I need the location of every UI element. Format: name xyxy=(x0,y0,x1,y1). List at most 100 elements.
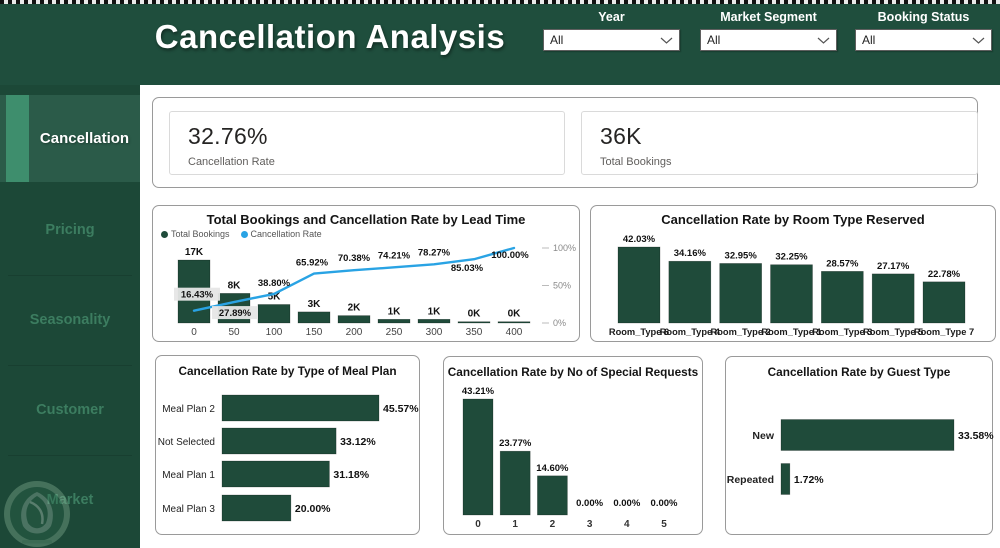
line-value-label: 100.00% xyxy=(491,250,529,261)
bar-value-label: 22.78% xyxy=(928,269,961,280)
bar[interactable] xyxy=(221,494,292,522)
bar-total-bookings[interactable] xyxy=(297,311,331,324)
filter-year-value: All xyxy=(550,33,564,47)
bar-value-label: 0K xyxy=(508,309,522,320)
filter-booking-status-label: Booking Status xyxy=(877,10,970,24)
bar-value-label: 45.57% xyxy=(383,403,419,415)
bar-value-label: 1.72% xyxy=(794,474,824,486)
top-dotted-border xyxy=(0,0,1000,4)
filter-booking-status-dropdown[interactable]: All xyxy=(855,29,992,51)
filter-market-segment-label: Market Segment xyxy=(720,10,817,24)
bar-total-bookings[interactable] xyxy=(417,318,451,324)
y-axis-label: New xyxy=(752,430,774,442)
filter-year: Year All xyxy=(543,10,680,51)
x-axis-label: 200 xyxy=(346,327,363,338)
kpi-container-card: 32.76% Cancellation Rate 36K Total Booki… xyxy=(152,97,978,188)
bar-value-label: 1K xyxy=(388,306,402,317)
bar-value-label: 33.58% xyxy=(958,430,994,442)
filter-market-segment: Market Segment All xyxy=(700,10,837,51)
divider xyxy=(8,365,132,366)
bar[interactable] xyxy=(537,475,568,516)
bar[interactable] xyxy=(922,281,966,324)
bar[interactable] xyxy=(668,260,712,324)
line-value-label: 27.89% xyxy=(219,308,252,319)
y2-axis-label: 50% xyxy=(553,281,571,291)
special-requests-bar-chart: 43.21% 0 23.77% 1 14.60% 2 0.00% 3 0.00% 4 0.00% 5 xyxy=(462,386,678,530)
bar-value-label: 23.77% xyxy=(499,438,532,449)
kpi-value: 32.76% xyxy=(188,123,268,149)
page-title: Cancellation Analysis xyxy=(154,18,506,55)
line-value-label: 16.43% xyxy=(181,290,214,301)
kpi-cancellation-rate: 32.76% Cancellation Rate xyxy=(169,111,565,175)
x-axis-label: 300 xyxy=(426,327,443,338)
bar-value-label: 32.95% xyxy=(725,250,758,261)
kpi-total-bookings: 36K Total Bookings xyxy=(581,111,978,175)
bar-total-bookings[interactable] xyxy=(337,315,371,324)
bar-value-label: 43.21% xyxy=(462,386,495,397)
chart-card-special-requests: Cancellation Rate by No of Special Reque… xyxy=(443,356,703,535)
bar-value-label: 32.25% xyxy=(775,252,808,263)
y-axis-label: Not Selected xyxy=(158,437,215,448)
bar[interactable] xyxy=(462,398,494,516)
line-value-label: 65.92% xyxy=(296,258,329,269)
guest-type-bar-chart: New 33.58% Repeated 1.72% xyxy=(727,419,994,495)
filter-year-dropdown[interactable]: All xyxy=(543,29,680,51)
x-axis-label: 1 xyxy=(512,519,518,530)
divider xyxy=(8,275,132,276)
filter-booking-status: Booking Status All xyxy=(855,10,992,51)
bar-value-label: 1K xyxy=(428,306,442,317)
bar-value-label: 27.17% xyxy=(877,261,910,272)
divider xyxy=(8,455,132,456)
bar-value-label: 0K xyxy=(468,309,482,320)
bar[interactable] xyxy=(770,264,813,324)
filter-booking-status-value: All xyxy=(862,33,876,47)
bar-total-bookings[interactable] xyxy=(377,318,411,324)
kpi-value: 36K xyxy=(600,123,642,149)
chart-card-guest-type: Cancellation Rate by Guest Type New 33.58… xyxy=(725,356,994,535)
bar[interactable] xyxy=(221,460,330,488)
bar-value-label: 34.16% xyxy=(674,248,707,259)
bar-value-label: 20.00% xyxy=(295,503,331,515)
sidebar-item-seasonality[interactable]: Seasonality xyxy=(0,275,140,365)
x-axis-label: 150 xyxy=(306,327,323,338)
x-axis-label: 3 xyxy=(587,519,593,530)
sidebar-item-label: Cancellation xyxy=(39,130,130,147)
bar-total-bookings[interactable] xyxy=(497,321,531,324)
filter-market-segment-dropdown[interactable]: All xyxy=(700,29,837,51)
kpi-label: Total Bookings xyxy=(600,156,672,168)
bar[interactable] xyxy=(499,450,531,516)
line-value-label: 38.80% xyxy=(258,278,291,289)
bar-value-label: 28.57% xyxy=(826,258,859,269)
bar[interactable] xyxy=(221,394,380,422)
line-value-label: 70.38% xyxy=(338,253,371,264)
room-type-bar-chart: 42.03%Room_Type 634.16%Room_Type 432.95%… xyxy=(609,234,974,337)
sidebar-item-pricing[interactable]: Pricing xyxy=(0,185,140,275)
chart-card-meal-plan: Cancellation Rate by Type of Meal Plan M… xyxy=(155,355,420,535)
filter-year-label: Year xyxy=(598,10,625,24)
bar[interactable] xyxy=(221,427,337,455)
bar[interactable] xyxy=(821,271,864,324)
x-axis-label: Room_Type 7 xyxy=(914,327,974,337)
y-axis-label: Meal Plan 1 xyxy=(162,470,215,481)
bar-total-bookings[interactable] xyxy=(257,304,291,324)
bar-value-label: 0.00% xyxy=(613,498,640,509)
bar-value-label: 0.00% xyxy=(576,498,603,509)
chevron-down-icon xyxy=(660,37,673,44)
sidebar-item-cancellation[interactable]: Cancellation xyxy=(0,95,140,182)
bar[interactable] xyxy=(719,263,762,324)
bar-total-bookings[interactable] xyxy=(457,321,491,324)
line-value-label: 85.03% xyxy=(451,263,484,274)
x-axis-label: 4 xyxy=(624,519,630,530)
x-axis-label: 2 xyxy=(550,519,556,530)
x-axis-label: 0 xyxy=(191,327,197,338)
sidebar-item-customer[interactable]: Customer xyxy=(0,365,140,455)
bar[interactable] xyxy=(871,273,915,324)
y-axis-label: Meal Plan 3 xyxy=(162,504,215,515)
x-axis-label: 5 xyxy=(661,519,667,530)
bar[interactable] xyxy=(617,246,661,324)
line-value-label: 78.27% xyxy=(418,247,451,258)
bar[interactable] xyxy=(780,463,791,495)
bar[interactable] xyxy=(780,419,955,451)
lead-time-combo-chart: 17K08K505K1003K1502K2001K2501K3000K3500K… xyxy=(174,243,576,338)
sidebar-item-label: Pricing xyxy=(45,222,95,238)
